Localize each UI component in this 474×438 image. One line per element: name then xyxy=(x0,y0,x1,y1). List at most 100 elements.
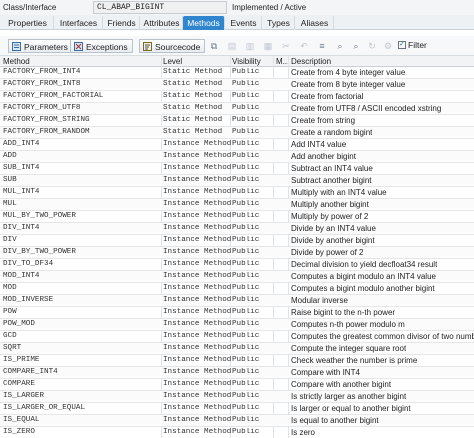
table-row[interactable]: FACTORY_FROM_INT4 Static Method Public Crea… xyxy=(0,67,474,79)
find-next-icon[interactable]: ⌕ xyxy=(350,40,362,52)
table-row[interactable]: MOD_INT4 Instance Method Public Computes a … xyxy=(0,271,474,283)
table-row[interactable]: MUL_INT4 Instance Method Public Multiply wi… xyxy=(0,187,474,199)
method-cell: DIV xyxy=(3,236,17,244)
description-cell: Create from 4 byte integer value xyxy=(291,68,406,77)
sourcecode-button[interactable]: Sourcecode xyxy=(139,39,206,53)
method-cell: FACTORY_FROM_STRING xyxy=(3,116,90,124)
tab-events[interactable]: Events xyxy=(226,16,262,30)
exceptions-button[interactable]: Exceptions xyxy=(70,39,133,53)
insert-row-icon[interactable]: ▥ xyxy=(244,40,256,52)
table-row[interactable]: FACTORY_FROM_FACTORIAL Static Method Publi… xyxy=(0,91,474,103)
table-row[interactable]: FACTORY_FROM_UTF8 Static Method Public Crea… xyxy=(0,103,474,115)
description-cell: Compare with INT4 xyxy=(291,368,360,377)
table-row[interactable]: IS_EQUAL Instance Method Public Is equal to… xyxy=(0,415,474,427)
level-cell: Instance Method xyxy=(163,332,232,340)
table-row[interactable]: IS_PRIME Instance Method Public Check weath… xyxy=(0,355,474,367)
method-cell: FACTORY_FROM_RANDOM xyxy=(3,128,90,136)
visibility-cell: Public xyxy=(232,284,260,292)
table-row[interactable]: MUL_BY_TWO_POWER Instance Method Public Mul… xyxy=(0,211,474,223)
table-row[interactable]: MOD Instance Method Public Computes a bigin… xyxy=(0,283,474,295)
method-cell: FACTORY_FROM_UTF8 xyxy=(3,104,81,112)
table-row[interactable]: COMPARE Instance Method Public Compare with… xyxy=(0,379,474,391)
col-level-header[interactable]: Level xyxy=(163,57,182,66)
level-cell: Static Method xyxy=(163,116,223,124)
paste-icon[interactable]: ▤ xyxy=(226,40,238,52)
table-row[interactable]: ADD Instance Method Public Add another bigi… xyxy=(0,151,474,163)
tab-methods[interactable]: Methods xyxy=(183,16,225,30)
table-row[interactable]: IS_LARGER_OR_EQUAL Instance Method Public I… xyxy=(0,403,474,415)
table-row[interactable]: DIV Instance Method Public Divide by anothe… xyxy=(0,235,474,247)
method-cell: DIV_BY_TWO_POWER xyxy=(3,248,76,256)
table-row[interactable]: POW_MOD Instance Method Public Computes n-t… xyxy=(0,319,474,331)
table-row[interactable]: IS_LARGER Instance Method Public Is strictl… xyxy=(0,391,474,403)
level-cell: Instance Method xyxy=(163,344,232,352)
description-cell: Divide by an INT4 value xyxy=(291,224,376,233)
method-cell: ADD xyxy=(3,152,17,160)
class-name-field[interactable]: CL_ABAP_BIGINT xyxy=(93,1,227,14)
table-row[interactable]: SQRT Instance Method Public Compute the int… xyxy=(0,343,474,355)
tab-properties[interactable]: Properties xyxy=(2,16,54,30)
visibility-cell: Public xyxy=(232,80,260,88)
undo-icon[interactable]: ↶ xyxy=(298,40,310,52)
settings-icon[interactable]: ⚙ xyxy=(382,40,394,52)
description-cell: Compare with another bigint xyxy=(291,380,392,389)
table-row[interactable]: DIV_BY_TWO_POWER Instance Method Public Div… xyxy=(0,247,474,259)
delete-row-icon[interactable]: ▦ xyxy=(262,40,274,52)
table-row[interactable]: MUL Instance Method Public Multiply another… xyxy=(0,199,474,211)
table-row[interactable]: FACTORY_FROM_STRING Static Method Public Cr… xyxy=(0,115,474,127)
tab-interfaces[interactable]: Interfaces xyxy=(55,16,103,30)
description-cell: Multiply another bigint xyxy=(291,200,369,209)
description-cell: Create from string xyxy=(291,116,356,125)
level-cell: Static Method xyxy=(163,128,223,136)
visibility-cell: Public xyxy=(232,152,260,160)
col-description-header[interactable]: Description xyxy=(291,57,331,66)
col-method-header[interactable]: Method xyxy=(3,57,30,66)
tab-types[interactable]: Types xyxy=(263,16,295,30)
table-row[interactable]: SUB Instance Method Public Subtract another… xyxy=(0,175,474,187)
find-icon[interactable]: ⌕ xyxy=(334,40,346,52)
copy-icon[interactable]: ⧉ xyxy=(208,40,220,52)
level-cell: Static Method xyxy=(163,68,223,76)
sort-icon[interactable]: ≡ xyxy=(316,40,328,52)
description-cell: Subtract an INT4 value xyxy=(291,164,373,173)
tab-friends[interactable]: Friends xyxy=(104,16,140,30)
tab-strip: Properties Interfaces Friends Attributes… xyxy=(0,15,474,30)
refresh-icon[interactable]: ↻ xyxy=(366,40,378,52)
tab-aliases[interactable]: Aliases xyxy=(296,16,334,30)
method-cell: SUB_INT4 xyxy=(3,164,40,172)
level-cell: Instance Method xyxy=(163,356,232,364)
parameters-button[interactable]: Parameters xyxy=(8,39,73,53)
method-cell: FACTORY_FROM_INT4 xyxy=(3,68,81,76)
col-visibility-header[interactable]: Visibility xyxy=(232,57,261,66)
table-row[interactable]: GCD Instance Method Public Computes the gre… xyxy=(0,331,474,343)
table-row[interactable]: DIV_TO_DF34 Instance Method Public Decimal … xyxy=(0,259,474,271)
method-cell: MOD_INT4 xyxy=(3,272,40,280)
filter-checkbox[interactable]: ✓ Filter xyxy=(398,40,427,50)
cut-icon[interactable]: ✂ xyxy=(280,40,292,52)
table-row[interactable]: MOD_INVERSE Instance Method Public Modular … xyxy=(0,295,474,307)
visibility-cell: Public xyxy=(232,320,260,328)
level-cell: Instance Method xyxy=(163,284,232,292)
method-cell: IS_EQUAL xyxy=(3,416,40,424)
sourcecode-label: Sourcecode xyxy=(155,41,201,52)
visibility-cell: Public xyxy=(232,248,260,256)
description-cell: Divide by another bigint xyxy=(291,236,375,245)
description-cell: Create from 8 byte integer value xyxy=(291,80,406,89)
level-cell: Instance Method xyxy=(163,380,232,388)
tab-attributes[interactable]: Attributes xyxy=(141,16,183,30)
description-cell: Is larger or equal to another bigint xyxy=(291,404,411,413)
table-row[interactable]: SUB_INT4 Instance Method Public Subtract an… xyxy=(0,163,474,175)
table-row[interactable]: ADD_INT4 Instance Method Public Add INT4 va… xyxy=(0,139,474,151)
description-cell: Create a random bigint xyxy=(291,128,373,137)
visibility-cell: Public xyxy=(232,176,260,184)
table-row[interactable]: COMPARE_INT4 Instance Method Public Compare… xyxy=(0,367,474,379)
table-row[interactable]: FACTORY_FROM_INT8 Static Method Public Crea… xyxy=(0,79,474,91)
description-cell: Subtract another bigint xyxy=(291,176,372,185)
level-cell: Instance Method xyxy=(163,428,232,436)
table-row[interactable]: IS_ZERO Instance Method Public Is zero xyxy=(0,427,474,438)
table-row[interactable]: POW Instance Method Public Raise bigint to … xyxy=(0,307,474,319)
table-header: Method Level Visibility M... Description xyxy=(0,56,474,67)
level-cell: Instance Method xyxy=(163,152,232,160)
table-row[interactable]: DIV_INT4 Instance Method Public Divide by a… xyxy=(0,223,474,235)
table-row[interactable]: FACTORY_FROM_RANDOM Static Method Public Cr… xyxy=(0,127,474,139)
